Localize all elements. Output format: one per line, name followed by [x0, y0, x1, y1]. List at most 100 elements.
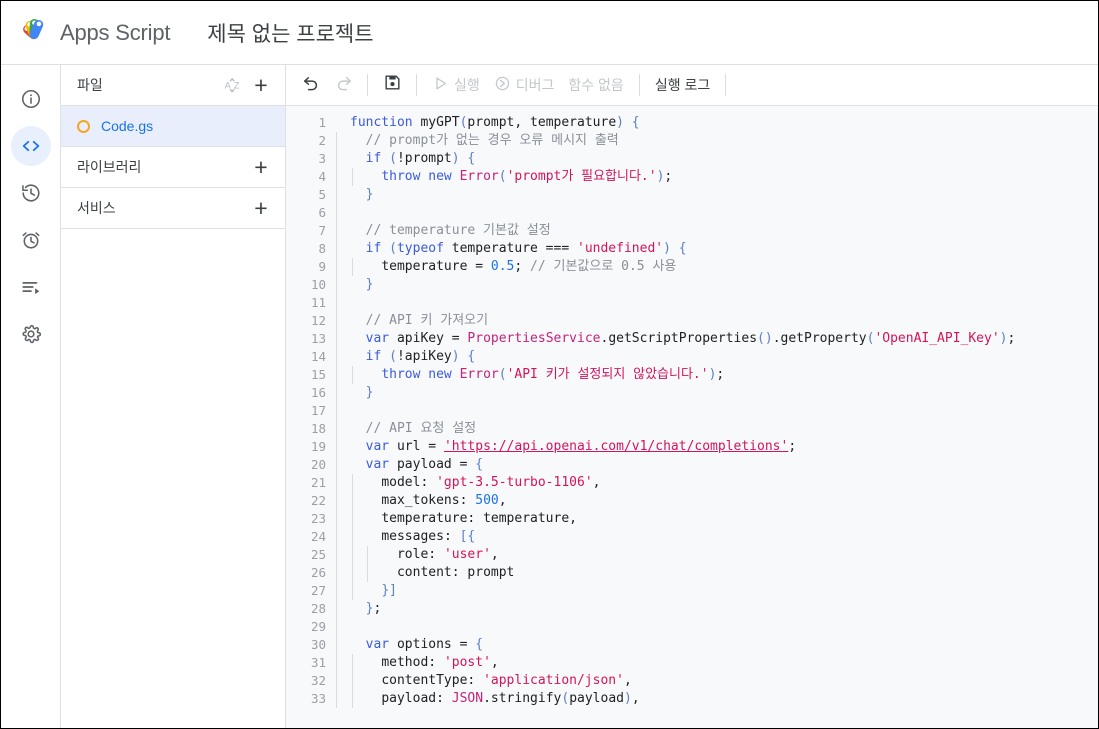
line-number: 32	[310, 673, 326, 688]
debug-label: 디버그	[515, 77, 555, 93]
add-library-button[interactable]: +	[247, 153, 275, 181]
line-number: 19	[310, 439, 326, 454]
code-line[interactable]: function myGPT(prompt, temperature) {	[350, 114, 1098, 132]
code-line[interactable]: var payload = {	[350, 456, 1098, 474]
sort-az-icon[interactable]: A Z	[219, 71, 247, 99]
code-line[interactable]: role: 'user',	[350, 546, 1098, 564]
indent-guide	[367, 546, 369, 582]
line-number: 5	[318, 187, 326, 202]
redo-button[interactable]	[327, 69, 359, 101]
run-button[interactable]: 실행	[425, 70, 487, 100]
run-label: 실행	[454, 77, 480, 93]
code-line[interactable]: }]	[350, 582, 1098, 600]
line-number: 4	[318, 169, 326, 184]
left-nav-rail	[1, 65, 61, 728]
line-number: 18	[310, 421, 326, 436]
code-line[interactable]	[350, 402, 1098, 420]
toolbar-divider-4	[725, 74, 727, 96]
code-line[interactable]: var url = 'https://api.openai.com/v1/cha…	[350, 438, 1098, 456]
line-number: 2	[318, 133, 326, 148]
line-number: 26	[310, 565, 326, 580]
code-line[interactable]: temperature: temperature,	[350, 510, 1098, 528]
code-line[interactable]: if (typeof temperature === 'undefined') …	[350, 240, 1098, 258]
toolbar-divider-2	[416, 74, 417, 96]
apps-script-logo-svg	[23, 18, 44, 39]
code-line[interactable]: // API 요청 설정	[350, 420, 1098, 438]
indent-guide	[351, 258, 353, 276]
sidebar-item-project-settings[interactable]	[11, 314, 51, 354]
code-line[interactable]: content: prompt	[350, 564, 1098, 582]
code-line[interactable]: method: 'post',	[350, 654, 1098, 672]
line-number: 33	[310, 691, 326, 706]
code-line[interactable]: model: 'gpt-3.5-turbo-1106',	[350, 474, 1098, 492]
line-number: 8	[318, 241, 326, 256]
toolbar-divider-1	[367, 74, 368, 96]
line-number: 22	[310, 493, 326, 508]
code-editor[interactable]: 1 2 3 4 5 6 7 8 9 10 11 12 13 14 15 16 17 18 19 20 21 22 23 24 2…	[286, 106, 1098, 728]
code-line[interactable]: var apiKey = PropertiesService.getScript…	[350, 330, 1098, 348]
line-number: 10	[310, 277, 326, 292]
sidebar-item-editor[interactable]	[10, 126, 51, 166]
play-icon	[432, 75, 454, 95]
code-line[interactable]: // temperature 기본값 설정	[350, 222, 1098, 240]
code-line[interactable]: throw new Error('prompt가 필요합니다.');	[350, 168, 1098, 186]
execution-log-button[interactable]: 실행 로그	[648, 70, 717, 100]
function-select[interactable]: 함수 없음	[561, 70, 630, 100]
line-number: 17	[310, 403, 326, 418]
add-file-button[interactable]: +	[247, 71, 275, 99]
code-line[interactable]: };	[350, 600, 1098, 618]
file-list-item-code-gs[interactable]: Code.gs	[61, 106, 285, 147]
code-line[interactable]: temperature = 0.5; // 기본값으로 0.5 사용	[350, 258, 1098, 276]
save-button[interactable]	[376, 69, 408, 101]
libraries-label: 라이브러리	[77, 159, 142, 175]
alarm-clock-icon	[20, 229, 42, 251]
code-line[interactable]	[350, 618, 1098, 636]
app-header: Apps Script 제목 없는 프로젝트	[1, 1, 1098, 65]
line-number: 14	[310, 349, 326, 364]
brand-title: Apps Script	[60, 19, 171, 45]
code-line[interactable]: var options = {	[350, 636, 1098, 654]
sidebar-item-project-history[interactable]	[11, 173, 51, 213]
orange-circle-icon	[77, 119, 90, 133]
code-line[interactable]: // prompt가 없는 경우 오류 메시지 출력	[350, 132, 1098, 150]
line-number: 6	[318, 205, 326, 220]
project-title[interactable]: 제목 없는 프로젝트	[207, 18, 373, 48]
code-line[interactable]: if (!apiKey) {	[350, 348, 1098, 366]
toolbar-divider-3	[638, 74, 640, 96]
sidebar-item-triggers[interactable]	[11, 220, 51, 260]
code-line[interactable]	[350, 294, 1098, 312]
debug-button[interactable]: 디버그	[487, 70, 562, 100]
executions-icon	[20, 276, 42, 298]
line-number: 12	[310, 313, 326, 328]
code-line[interactable]: contentType: 'application/json',	[350, 672, 1098, 690]
line-number: 7	[318, 223, 326, 238]
sidebar-item-overview[interactable]	[11, 79, 51, 119]
code-line[interactable]: }	[350, 384, 1098, 402]
add-service-button[interactable]: +	[247, 194, 275, 222]
info-icon	[20, 88, 42, 110]
code-line[interactable]: // API 키 가져오기	[350, 312, 1098, 330]
code-line[interactable]: max_tokens: 500,	[350, 492, 1098, 510]
line-number: 13	[310, 331, 326, 346]
indent-guide	[351, 474, 353, 600]
code-line[interactable]: if (!prompt) {	[350, 150, 1098, 168]
files-label: 파일	[77, 77, 103, 93]
code-line[interactable]: throw new Error('API 키가 설정되지 않았습니다.');	[350, 366, 1098, 384]
line-number: 20	[310, 457, 326, 472]
code-line[interactable]: }	[350, 276, 1098, 294]
code-scroll-area[interactable]: 1 2 3 4 5 6 7 8 9 10 11 12 13 14 15 16 17 18 19 20 21 22 23 24 2…	[286, 106, 1098, 728]
line-number: 23	[310, 511, 326, 526]
sidebar-item-executions[interactable]	[11, 267, 51, 307]
line-number: 9	[318, 259, 326, 274]
code-line[interactable]: }	[350, 186, 1098, 204]
code-line[interactable]: messages: [{	[350, 528, 1098, 546]
line-number: 25	[310, 547, 326, 562]
undo-button[interactable]	[295, 69, 327, 101]
history-icon	[20, 182, 42, 204]
code-line[interactable]: payload: JSON.stringify(payload),	[350, 690, 1098, 708]
code-line[interactable]	[350, 204, 1098, 222]
line-number: 31	[310, 655, 326, 670]
line-number: 1	[318, 115, 326, 130]
code-icon	[20, 135, 42, 157]
code-content[interactable]: function myGPT(prompt, temperature) { //…	[336, 114, 1098, 728]
